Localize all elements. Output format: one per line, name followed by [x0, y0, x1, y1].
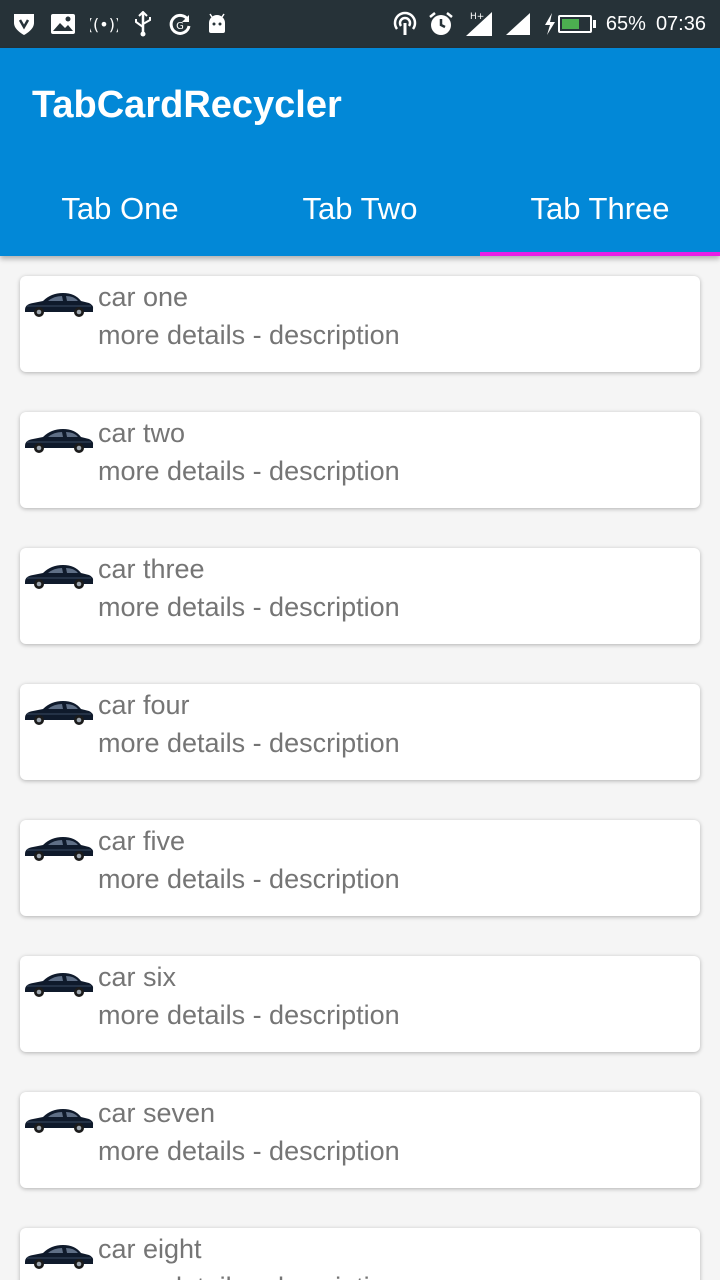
- car-icon: [23, 1104, 95, 1134]
- battery-percent: 65%: [605, 12, 646, 35]
- card-description: more details - description: [98, 728, 400, 758]
- card-description: more details - description: [98, 1000, 400, 1030]
- car-icon: [23, 968, 95, 998]
- car-icon: [23, 560, 95, 590]
- card-title: car one: [98, 282, 189, 312]
- card-title: car four: [98, 690, 190, 720]
- tab-two[interactable]: Tab Two: [240, 162, 480, 256]
- card-item-3[interactable]: car three more details - description: [20, 548, 700, 644]
- clock: 07:36: [655, 12, 706, 35]
- signal-icon: H+: [464, 10, 494, 38]
- app-title: TabCardRecycler: [32, 84, 342, 126]
- alarm-icon: [428, 11, 454, 37]
- card-description: more details - description: [98, 592, 400, 622]
- card-description: more details - description: [98, 1272, 400, 1280]
- car-icon: [23, 832, 95, 862]
- card-description: more details - description: [98, 320, 400, 350]
- sync-icon: G: [168, 12, 192, 36]
- hotspot-icon: ((•)): [90, 12, 118, 36]
- card-title: car three: [98, 554, 205, 584]
- car-icon: [23, 696, 95, 726]
- card-list[interactable]: car one more details - description car t…: [0, 256, 720, 1280]
- signal-icon-2: [504, 11, 532, 37]
- card-title: car two: [98, 418, 186, 448]
- svg-text:G: G: [176, 21, 184, 32]
- car-icon: [23, 424, 95, 454]
- card-title: car eight: [98, 1234, 202, 1264]
- card-item-1[interactable]: car one more details - description: [20, 276, 700, 372]
- card-item-8[interactable]: car eight more details - description: [20, 1228, 700, 1280]
- android-icon: [206, 13, 228, 35]
- tab-three[interactable]: Tab Three: [480, 162, 720, 256]
- card-item-6[interactable]: car six more details - description: [20, 956, 700, 1052]
- card-title: car six: [98, 962, 177, 992]
- card-title: car seven: [98, 1098, 216, 1128]
- image-icon: [50, 12, 76, 36]
- battery-icon: [542, 12, 596, 36]
- card-description: more details - description: [98, 1136, 400, 1166]
- tab-one[interactable]: Tab One: [0, 162, 240, 256]
- car-icon: [23, 288, 95, 318]
- car-icon: [23, 1240, 95, 1270]
- card-item-2[interactable]: car two more details - description: [20, 412, 700, 508]
- card-item-4[interactable]: car four more details - description: [20, 684, 700, 780]
- card-item-5[interactable]: car five more details - description: [20, 820, 700, 916]
- card-description: more details - description: [98, 456, 400, 486]
- tab-bar: Tab One Tab Two Tab Three: [0, 162, 720, 256]
- card-item-7[interactable]: car seven more details - description: [20, 1092, 700, 1188]
- status-bar-notifications: ((•)) G: [12, 11, 228, 37]
- card-description: more details - description: [98, 864, 400, 894]
- shield-icon: [12, 11, 36, 37]
- app-bar: TabCardRecycler Tab One Tab Two Tab Thre…: [0, 48, 720, 256]
- status-bar-system: H+ 65% 07:36: [392, 10, 706, 38]
- status-bar: ((•)) G H+ 65% 07:36: [0, 0, 720, 48]
- wifi-hotspot-icon: [392, 11, 418, 37]
- usb-icon: [132, 11, 154, 37]
- svg-text:((•)): ((•)): [90, 15, 118, 34]
- card-title: car five: [98, 826, 186, 856]
- svg-text:H+: H+: [470, 12, 484, 22]
